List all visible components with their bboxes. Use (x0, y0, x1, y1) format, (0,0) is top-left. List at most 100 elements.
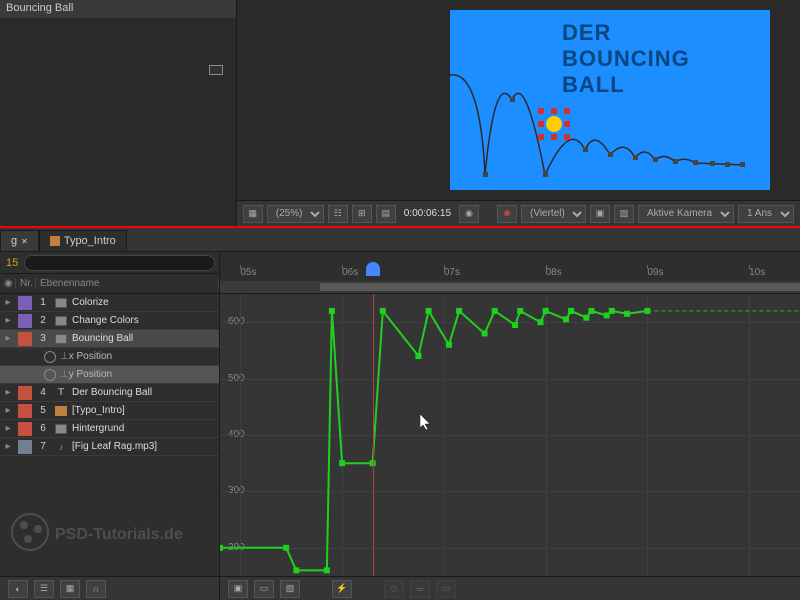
motion-blur-icon[interactable]: ∩ (86, 580, 106, 598)
keyframe-marker[interactable] (588, 308, 594, 314)
current-time-display[interactable]: 15 (4, 257, 20, 269)
zoom-select[interactable]: (25%) (267, 205, 324, 223)
keyframe-marker[interactable] (329, 308, 335, 314)
label-color[interactable] (18, 314, 32, 328)
property-row[interactable]: ⊥ y Position (0, 366, 219, 384)
label-color[interactable] (18, 332, 32, 346)
layer-row[interactable]: ▸3Bouncing Ball (0, 330, 219, 348)
layer-row[interactable]: ▸2Change Colors (0, 312, 219, 330)
keyframe-marker[interactable] (492, 308, 498, 314)
keyframe-marker[interactable] (482, 330, 488, 336)
toggle-switches-icon[interactable]: ◐ (8, 580, 28, 598)
view-select[interactable]: 1 Ans (738, 205, 794, 223)
auto-bezier-icon[interactable]: ▭ (436, 580, 456, 598)
resolution-icon[interactable]: ☷ (328, 205, 348, 223)
frame-blend-icon[interactable]: ▦ (60, 580, 80, 598)
transform-handle[interactable] (538, 121, 544, 127)
layer-row[interactable]: ▸5[Typo_Intro] (0, 402, 219, 420)
search-input[interactable] (24, 255, 215, 271)
twirl-icon[interactable]: ▸ (0, 333, 16, 344)
keyframe-marker[interactable] (517, 308, 523, 314)
eye-header-icon[interactable]: ◉ (0, 278, 16, 289)
transform-handle[interactable] (538, 108, 544, 114)
keyframe-marker[interactable] (456, 308, 462, 314)
tab-partial[interactable]: g ✕ (0, 230, 39, 251)
keyframe-marker[interactable] (446, 342, 452, 348)
keyframe-marker[interactable] (324, 567, 330, 573)
transform-handle[interactable] (564, 134, 570, 140)
keyframe-marker[interactable] (293, 567, 299, 573)
twirl-icon[interactable]: ▸ (0, 315, 16, 326)
twirl-icon[interactable]: ▸ (0, 441, 16, 452)
composition-canvas[interactable]: DER BOUNCING BALL (450, 10, 770, 190)
roi-icon[interactable]: ▣ (590, 205, 610, 223)
label-color[interactable] (18, 296, 32, 310)
layer-name[interactable]: Der Bouncing Ball (70, 387, 219, 398)
grid-icon[interactable]: ⊞ (352, 205, 372, 223)
camera-select[interactable]: Aktive Kamera (638, 205, 734, 223)
layer-name[interactable]: Bouncing Ball (70, 333, 219, 344)
layer-name[interactable]: Change Colors (70, 315, 219, 326)
layer-row[interactable]: ▸7♪[Fig Leaf Rag.mp3] (0, 438, 219, 456)
twirl-icon[interactable]: ▸ (0, 405, 16, 416)
keyframe-marker[interactable] (583, 315, 589, 321)
keyframe-marker[interactable] (609, 308, 615, 314)
keyframe-marker[interactable] (380, 308, 386, 314)
stopwatch-icon[interactable] (44, 369, 56, 381)
layer-name[interactable]: [Typo_Intro] (70, 405, 219, 416)
label-color[interactable] (18, 440, 32, 454)
shy-icon[interactable]: ☰ (34, 580, 54, 598)
guides-icon[interactable]: ▤ (376, 205, 396, 223)
easy-ease-icon[interactable]: ◇ (384, 580, 404, 598)
keyframe-marker[interactable] (426, 308, 432, 314)
transform-handle[interactable] (564, 121, 570, 127)
keyframe-marker[interactable] (644, 308, 650, 314)
keyframe-marker[interactable] (563, 316, 569, 322)
transform-handle[interactable] (538, 134, 544, 140)
keyframe-marker[interactable] (512, 322, 518, 328)
twirl-icon[interactable]: ▸ (0, 297, 16, 308)
layer-row[interactable]: ▸6Hintergrund (0, 420, 219, 438)
preview-viewport[interactable]: DER BOUNCING BALL (237, 0, 800, 200)
playhead-icon[interactable] (366, 262, 380, 276)
playhead-line[interactable] (373, 294, 374, 576)
transform-handle[interactable] (564, 108, 570, 114)
snapshot-icon[interactable]: ◉ (459, 205, 479, 223)
channel-icon[interactable]: ❀ (497, 205, 517, 223)
transform-handle[interactable] (551, 134, 557, 140)
timecode-display[interactable]: 0:00:06:15 (400, 208, 455, 219)
value-curve[interactable] (220, 294, 800, 576)
layer-row[interactable]: ▸4TDer Bouncing Ball (0, 384, 219, 402)
property-row[interactable]: ⊥ x Position (0, 348, 219, 366)
name-header[interactable]: Ebenenname (36, 278, 219, 289)
label-color[interactable] (18, 404, 32, 418)
keyframe-marker[interactable] (415, 353, 421, 359)
keyframe-marker[interactable] (283, 545, 289, 551)
magnify-icon[interactable]: ▦ (243, 205, 263, 223)
anchor-point-icon[interactable] (209, 65, 223, 75)
graph-type-icon[interactable]: ▣ (228, 580, 248, 598)
keyframe-marker[interactable] (538, 319, 544, 325)
keyframe-marker[interactable] (624, 311, 630, 317)
twirl-icon[interactable]: ▸ (0, 423, 16, 434)
ball-layer-selection[interactable] (540, 110, 568, 138)
time-ruler[interactable]: 05s06s07s08s09s10s (220, 252, 800, 294)
show-icon[interactable]: ▧ (280, 580, 300, 598)
transparency-icon[interactable]: ▨ (614, 205, 634, 223)
label-color[interactable] (18, 386, 32, 400)
transform-handle[interactable] (551, 108, 557, 114)
keyframe-marker[interactable] (339, 460, 345, 466)
layer-name[interactable]: Hintergrund (70, 423, 219, 434)
keyframe-marker[interactable] (568, 308, 574, 314)
keyframe-marker[interactable] (543, 308, 549, 314)
separate-icon[interactable]: ⚡ (332, 580, 352, 598)
keyframe-marker[interactable] (220, 545, 223, 551)
label-color[interactable] (18, 422, 32, 436)
layer-name[interactable]: [Fig Leaf Rag.mp3] (70, 441, 219, 452)
layer-row[interactable]: ▸1Colorize (0, 294, 219, 312)
fit-icon[interactable]: ▭ (254, 580, 274, 598)
twirl-icon[interactable]: ▸ (0, 387, 16, 398)
graph-editor[interactable]: 600500400300200 (220, 294, 800, 576)
layer-name[interactable]: Colorize (70, 297, 219, 308)
resolution-select[interactable]: (Viertel) (521, 205, 586, 223)
